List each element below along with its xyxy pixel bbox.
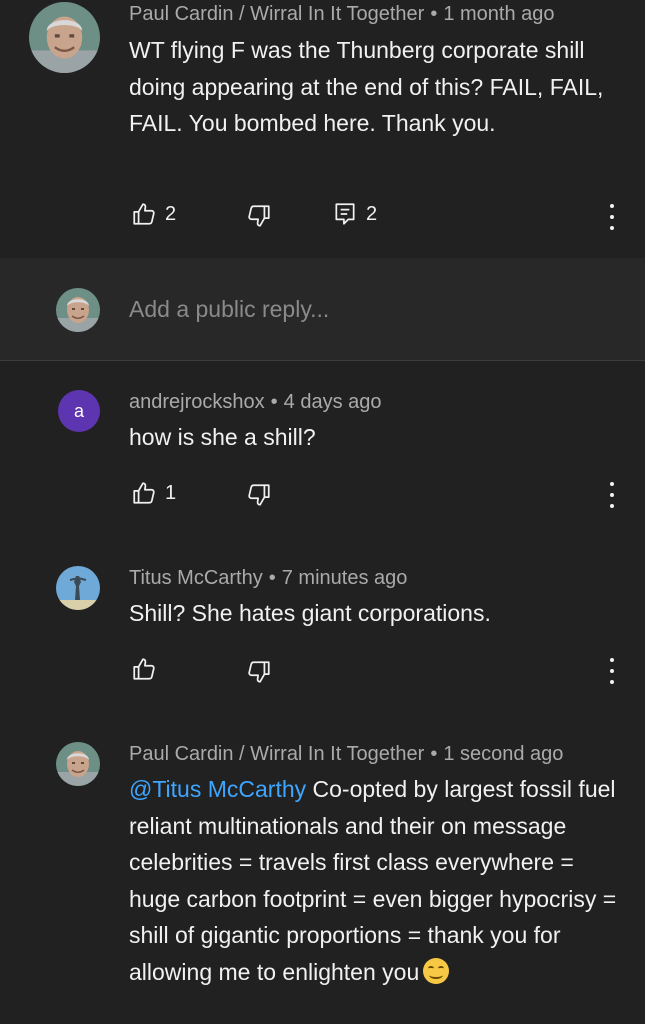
like-button[interactable] [131, 656, 157, 682]
comment-text: WT flying F was the Thunberg corporate s… [129, 37, 604, 136]
avatar [56, 288, 100, 332]
author-name[interactable]: Titus McCarthy [129, 567, 263, 589]
like-icon [131, 201, 157, 227]
comment-meta: Titus McCarthy • 7 minutes ago [129, 567, 408, 589]
author-name[interactable]: andrejrockshox [129, 391, 265, 413]
avatar[interactable]: a [58, 390, 100, 432]
like-button[interactable]: 2 [131, 201, 176, 227]
comment-text: @Titus McCarthy Co-opted by largest foss… [129, 776, 617, 985]
like-icon [131, 480, 157, 506]
comment-time: 7 minutes ago [281, 567, 408, 589]
more-options-icon[interactable] [602, 204, 622, 230]
more-options-icon[interactable] [602, 482, 622, 508]
reply-button[interactable]: 2 [332, 201, 377, 227]
mention-link[interactable]: @Titus McCarthy [129, 776, 306, 802]
more-options-icon[interactable] [602, 658, 622, 684]
avatar[interactable] [56, 742, 100, 786]
comment-text: Shill? She hates giant corporations. [129, 600, 491, 626]
dislike-icon [246, 482, 272, 508]
author-name[interactable]: Paul Cardin / Wirral In It Together [129, 3, 424, 25]
comment-meta: Paul Cardin / Wirral In It Together • 1 se… [129, 743, 564, 765]
reply-icon [332, 201, 358, 227]
reply-count: 2 [366, 202, 378, 225]
reply-input[interactable]: Add a public reply... [129, 296, 329, 323]
dislike-button[interactable] [246, 659, 272, 685]
like-icon [131, 656, 157, 682]
dislike-button[interactable] [246, 482, 272, 508]
avatar[interactable] [29, 2, 100, 73]
author-name[interactable]: Paul Cardin / Wirral In It Together [129, 743, 424, 765]
comment-text: how is she a shill? [129, 424, 316, 450]
like-button[interactable]: 1 [131, 480, 176, 506]
comment-meta: andrejrockshox • 4 days ago [129, 391, 382, 413]
dislike-button[interactable] [246, 203, 272, 229]
like-count: 1 [165, 481, 177, 504]
dislike-icon [246, 203, 272, 229]
comment-time: 1 second ago [443, 743, 564, 765]
comment-meta: Paul Cardin / Wirral In It Together • 1 mo… [129, 3, 555, 25]
comment-time: 1 month ago [443, 3, 555, 25]
smiling-face-emoji [423, 957, 450, 984]
comment-time: 4 days ago [283, 391, 382, 413]
like-count: 2 [165, 202, 177, 225]
dislike-icon [246, 659, 272, 685]
avatar[interactable] [56, 566, 100, 610]
